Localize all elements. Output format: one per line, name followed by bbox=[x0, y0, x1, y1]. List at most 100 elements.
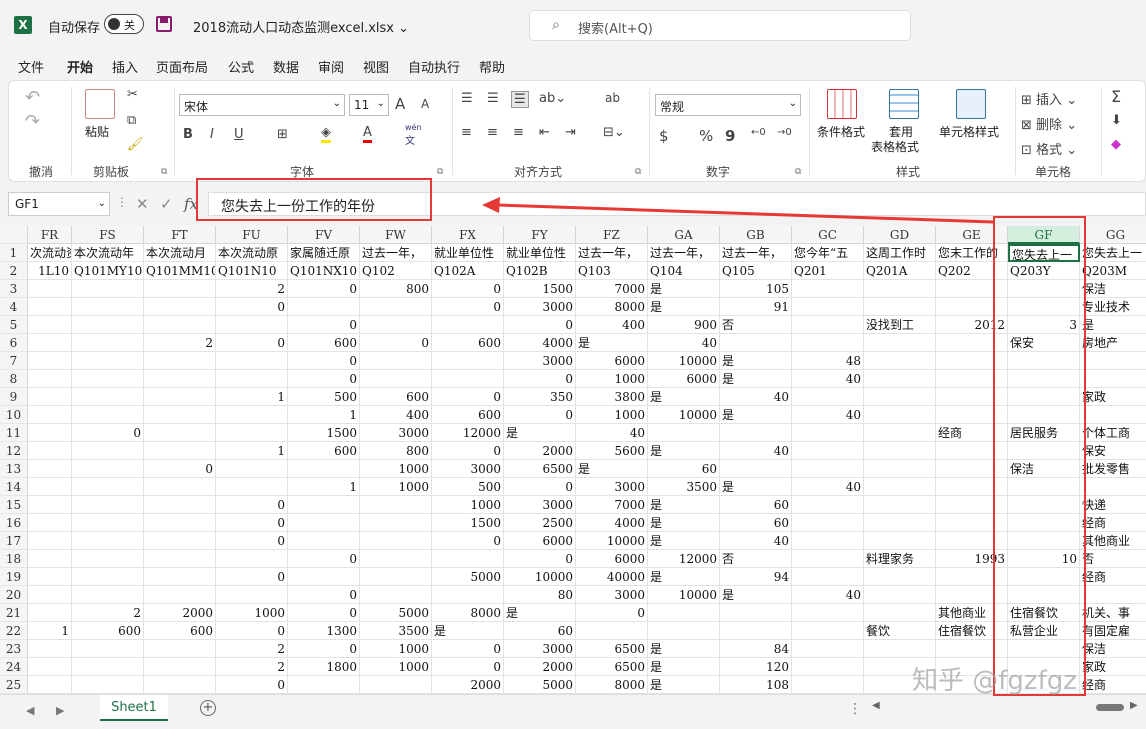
cell[interactable] bbox=[72, 658, 144, 676]
underline-button[interactable]: U bbox=[234, 127, 244, 142]
column-header[interactable]: GE bbox=[936, 226, 1008, 244]
column-header[interactable]: FU bbox=[216, 226, 288, 244]
cell[interactable]: 是 bbox=[720, 370, 792, 388]
cell[interactable]: 900 bbox=[648, 316, 720, 334]
cell[interactable] bbox=[144, 532, 216, 550]
column-header[interactable]: GD bbox=[864, 226, 936, 244]
cell[interactable]: 1 bbox=[28, 622, 72, 640]
cell[interactable] bbox=[936, 640, 1008, 658]
tab-data[interactable]: 数据 bbox=[273, 57, 299, 76]
cell[interactable]: 1000 bbox=[360, 460, 432, 478]
cell[interactable]: 保洁 bbox=[1080, 640, 1146, 658]
cell[interactable]: 保洁 bbox=[1080, 280, 1146, 298]
row-header[interactable]: 21 bbox=[0, 604, 28, 622]
cell[interactable] bbox=[864, 532, 936, 550]
prev-sheet-icon[interactable]: ◀ bbox=[26, 704, 34, 717]
cell[interactable] bbox=[432, 586, 504, 604]
cell[interactable] bbox=[28, 352, 72, 370]
cell[interactable] bbox=[144, 316, 216, 334]
cell[interactable]: 经商 bbox=[1080, 514, 1146, 532]
cell[interactable] bbox=[936, 496, 1008, 514]
cell[interactable] bbox=[576, 622, 648, 640]
column-header[interactable]: FT bbox=[144, 226, 216, 244]
cell[interactable]: 5000 bbox=[432, 568, 504, 586]
cell[interactable]: 0 bbox=[144, 460, 216, 478]
row-header[interactable]: 8 bbox=[0, 370, 28, 388]
cell[interactable]: 3000 bbox=[576, 478, 648, 496]
copy-icon[interactable]: ⧉ bbox=[127, 113, 136, 128]
cell[interactable] bbox=[864, 586, 936, 604]
cell[interactable]: 次流动资 bbox=[28, 244, 72, 262]
cell[interactable]: 快递 bbox=[1080, 496, 1146, 514]
cell[interactable]: 保洁 bbox=[1008, 460, 1080, 478]
cell[interactable]: 0 bbox=[216, 532, 288, 550]
cell[interactable]: 否 bbox=[720, 550, 792, 568]
autosave-toggle[interactable]: 关 bbox=[104, 14, 144, 34]
tab-review[interactable]: 审阅 bbox=[318, 57, 344, 76]
cell[interactable]: 2500 bbox=[504, 514, 576, 532]
cell[interactable]: 私营企业 bbox=[1008, 622, 1080, 640]
cell[interactable] bbox=[432, 316, 504, 334]
cell[interactable]: 2000 bbox=[504, 442, 576, 460]
column-header[interactable]: FY bbox=[504, 226, 576, 244]
cell[interactable] bbox=[360, 550, 432, 568]
cell[interactable]: 3800 bbox=[576, 388, 648, 406]
cell[interactable]: 过去一年， bbox=[648, 244, 720, 262]
autosum-button[interactable]: Σ bbox=[1111, 87, 1121, 106]
merge-center-icon[interactable]: ⊟⌄ bbox=[603, 125, 625, 140]
cell[interactable]: Q104 bbox=[648, 262, 720, 280]
cell[interactable]: 是 bbox=[504, 604, 576, 622]
cell[interactable]: 0 bbox=[216, 676, 288, 694]
cell[interactable] bbox=[792, 298, 864, 316]
column-header[interactable]: GA bbox=[648, 226, 720, 244]
undo-icon[interactable]: ↶ bbox=[25, 87, 40, 108]
cell[interactable]: Q102B bbox=[504, 262, 576, 280]
cell[interactable]: 0 bbox=[216, 298, 288, 316]
borders-icon[interactable]: ⊞ bbox=[277, 127, 288, 142]
cell[interactable]: 是 bbox=[720, 406, 792, 424]
cell[interactable] bbox=[1008, 586, 1080, 604]
cell[interactable]: 8000 bbox=[432, 604, 504, 622]
cell[interactable]: Q102 bbox=[360, 262, 432, 280]
cell[interactable]: 是 bbox=[648, 496, 720, 514]
cell[interactable]: 保安 bbox=[1008, 334, 1080, 352]
cell[interactable]: 400 bbox=[360, 406, 432, 424]
cell[interactable]: 否 bbox=[720, 316, 792, 334]
cell[interactable] bbox=[28, 424, 72, 442]
cell[interactable]: Q105 bbox=[720, 262, 792, 280]
cell[interactable] bbox=[1008, 406, 1080, 424]
cell[interactable]: Q101NX10 bbox=[288, 262, 360, 280]
cell[interactable]: 您失去上一 bbox=[1008, 244, 1080, 262]
cell[interactable]: 105 bbox=[720, 280, 792, 298]
cell[interactable] bbox=[28, 442, 72, 460]
cell[interactable] bbox=[864, 298, 936, 316]
tab-formulas[interactable]: 公式 bbox=[228, 57, 254, 76]
tab-file[interactable]: 文件 bbox=[18, 57, 44, 76]
cell[interactable] bbox=[360, 370, 432, 388]
cell[interactable] bbox=[1008, 478, 1080, 496]
format-cells-button[interactable]: ⊡ 格式 ⌄ bbox=[1021, 139, 1077, 158]
cell[interactable] bbox=[720, 604, 792, 622]
select-all-corner[interactable] bbox=[0, 226, 28, 244]
row-header[interactable]: 24 bbox=[0, 658, 28, 676]
cell[interactable]: 其他商业 bbox=[1080, 532, 1146, 550]
cell[interactable] bbox=[28, 676, 72, 694]
cell[interactable]: 2000 bbox=[432, 676, 504, 694]
more-options-icon[interactable]: ⋮ bbox=[116, 195, 128, 209]
insert-cells-button[interactable]: ⊞ 插入 ⌄ bbox=[1021, 89, 1077, 108]
cell[interactable]: 0 bbox=[216, 514, 288, 532]
cell[interactable] bbox=[792, 442, 864, 460]
cell[interactable] bbox=[936, 298, 1008, 316]
cell[interactable]: 3000 bbox=[504, 640, 576, 658]
cell[interactable]: 0 bbox=[288, 604, 360, 622]
cell[interactable] bbox=[720, 424, 792, 442]
cell[interactable]: 600 bbox=[432, 334, 504, 352]
cell[interactable] bbox=[28, 370, 72, 388]
cell[interactable]: 3000 bbox=[360, 424, 432, 442]
cell[interactable] bbox=[1080, 586, 1146, 604]
italic-button[interactable]: I bbox=[210, 127, 214, 142]
cell[interactable] bbox=[936, 406, 1008, 424]
cell[interactable]: 1800 bbox=[288, 658, 360, 676]
cell[interactable] bbox=[360, 496, 432, 514]
cell[interactable] bbox=[936, 514, 1008, 532]
